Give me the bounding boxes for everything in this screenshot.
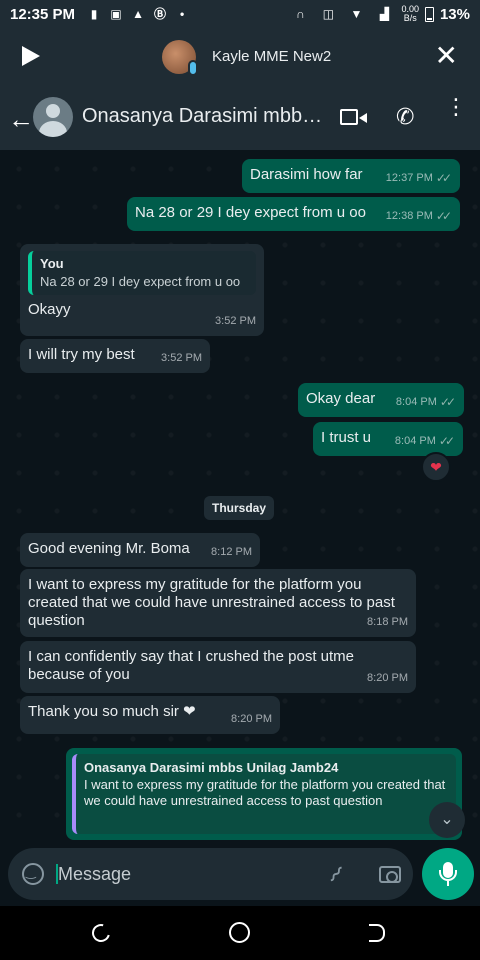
message-text: Thank you so much sir ❤ — [28, 703, 196, 720]
message-bubble[interactable]: Good evening Mr. Boma 8:12 PM — [20, 533, 260, 567]
message-time: 8:12 PM — [211, 546, 252, 558]
message-time: 8:20 PM — [367, 672, 408, 684]
message-bubble[interactable]: I trust u 8:04 PM ✓✓ — [313, 422, 463, 456]
notification-icon: ▮ — [90, 7, 98, 21]
dot-icon: • — [179, 7, 185, 21]
back-icon[interactable] — [369, 924, 385, 942]
message-meta: 12:37 PM ✓✓ — [386, 169, 452, 187]
composer: ⌇ — [0, 844, 480, 906]
status-bar: 12:35 PM ▮ ▣ ▲ Ⓑ • ∩ ◫ ▼ ▟ 0.00 B/s 13% — [0, 0, 480, 28]
message-time: 8:04 PM — [394, 435, 436, 447]
read-ticks-icon: ✓✓ — [438, 434, 455, 448]
message-meta: 8:04 PM ✓✓ — [396, 393, 456, 411]
message-time: 8:20 PM — [231, 713, 272, 725]
mic-icon — [188, 60, 198, 76]
voice-record-button[interactable] — [422, 848, 474, 900]
message-text: Okayy — [28, 301, 71, 318]
phone-icon[interactable]: ✆ — [396, 104, 414, 130]
mic-leg — [447, 881, 449, 886]
system-nav-bar — [0, 906, 480, 960]
battery-icon — [424, 6, 434, 22]
net-speed-unit: B/s — [403, 13, 417, 23]
back-arrow-icon[interactable]: ← — [8, 104, 34, 135]
wifi-icon: ▼ — [350, 7, 363, 21]
quoted-text: Na 28 or 29 I dey expect from u oo — [40, 274, 241, 289]
quoted-message[interactable]: Onasanya Darasimi mbbs Unilag Jamb24 I w… — [72, 754, 456, 834]
more-icon[interactable]: ⋮ — [445, 96, 467, 118]
attachment-icon[interactable]: ⌇ — [323, 862, 348, 889]
message-time: 8:04 PM — [395, 396, 437, 408]
signal-icon: ▟ — [379, 7, 390, 21]
read-ticks-icon: ✓✓ — [439, 395, 456, 409]
message-text: Darasimi how far — [250, 166, 363, 183]
quoted-author: Onasanya Darasimi mbbs Unilag Jamb24 — [84, 760, 339, 775]
message-meta: 8:12 PM — [211, 543, 252, 561]
warning-icon: ▲ — [132, 7, 144, 21]
b-icon: Ⓑ — [154, 7, 167, 21]
home-icon[interactable] — [229, 922, 250, 943]
message-bubble[interactable]: Darasimi how far 12:37 PM ✓✓ — [242, 159, 460, 193]
chat-area[interactable]: Darasimi how far 12:37 PM ✓✓ Na 28 or 29… — [0, 150, 480, 844]
message-meta: 3:52 PM — [161, 349, 202, 367]
outgoing-reply-message[interactable]: Onasanya Darasimi mbbs Unilag Jamb24 I w… — [66, 748, 462, 840]
audio-player-bar: Kayle MME New2 ✕ — [0, 28, 480, 86]
message-meta: 12:38 PM ✓✓ — [386, 207, 452, 225]
message-text: Okay dear — [306, 390, 376, 407]
read-ticks-icon: ✓✓ — [435, 171, 452, 185]
contact-name[interactable]: Onasanya Darasimi mbbs... — [82, 105, 327, 128]
message-bubble[interactable]: Okay dear 8:04 PM ✓✓ — [298, 383, 464, 417]
message-text: Na 28 or 29 I dey expect from u oo — [135, 204, 366, 221]
scroll-down-icon[interactable]: ⌄ — [429, 802, 465, 838]
close-icon[interactable]: ✕ — [435, 42, 458, 70]
message-text: Good evening Mr. Boma — [28, 540, 190, 557]
message-input[interactable] — [58, 862, 308, 886]
video-call-icon[interactable] — [340, 109, 367, 125]
message-bubble[interactable]: You Na 28 or 29 I dey expect from u oo O… — [20, 244, 264, 336]
quoted-text: I want to express my gratitude for the p… — [84, 777, 446, 808]
day-separator: Thursday — [204, 496, 274, 520]
heart-reaction-icon[interactable]: ❤ — [421, 452, 451, 482]
mic-stand — [439, 870, 457, 881]
message-meta: 3:52 PM — [215, 312, 256, 330]
quoted-message[interactable]: You Na 28 or 29 I dey expect from u oo — [28, 251, 256, 295]
message-bubble[interactable]: I will try my best 3:52 PM — [20, 339, 210, 373]
message-time: 12:37 PM — [385, 172, 433, 184]
message-text: I will try my best — [28, 346, 135, 363]
battery-percent: 13% — [439, 5, 470, 23]
message-time: 12:38 PM — [385, 210, 433, 222]
message-text: I trust u — [321, 429, 372, 446]
message-text: I can confidently say that I crushed the… — [28, 648, 355, 683]
net-speed: 0.00 B/s — [401, 5, 419, 23]
message-meta: 8:20 PM — [231, 710, 272, 728]
message-time: 8:18 PM — [367, 616, 408, 628]
image-icon: ▣ — [110, 7, 122, 21]
headphones-icon: ∩ — [296, 7, 305, 21]
status-time: 12:35 PM — [10, 5, 76, 23]
avatar[interactable] — [33, 97, 73, 137]
message-bubble[interactable]: Na 28 or 29 I dey expect from u oo 12:38… — [127, 197, 460, 231]
message-text: I want to express my gratitude for the p… — [28, 576, 395, 629]
message-bubble[interactable]: Thank you so much sir ❤ 8:20 PM — [20, 696, 280, 734]
message-bubble[interactable]: I can confidently say that I crushed the… — [20, 641, 416, 693]
camera-icon[interactable] — [379, 866, 401, 883]
message-bubble[interactable]: I want to express my gratitude for the p… — [20, 569, 416, 637]
quoted-author: You — [40, 256, 64, 271]
message-meta: 8:20 PM — [367, 669, 408, 687]
message-meta: 8:18 PM — [367, 613, 408, 631]
message-input-container[interactable]: ⌇ — [8, 848, 413, 900]
message-meta: 8:04 PM ✓✓ — [395, 432, 455, 450]
emoji-icon[interactable] — [22, 863, 44, 885]
read-ticks-icon: ✓✓ — [435, 209, 452, 223]
recent-apps-icon[interactable] — [88, 920, 114, 946]
audio-title: Kayle MME New2 — [212, 48, 332, 65]
message-time: 3:52 PM — [215, 315, 256, 327]
vibrate-icon: ◫ — [322, 7, 335, 21]
chat-header: ← Onasanya Darasimi mbbs... ✆ ⋮ — [0, 86, 480, 150]
message-time: 3:52 PM — [161, 352, 202, 364]
play-icon[interactable] — [22, 46, 40, 66]
